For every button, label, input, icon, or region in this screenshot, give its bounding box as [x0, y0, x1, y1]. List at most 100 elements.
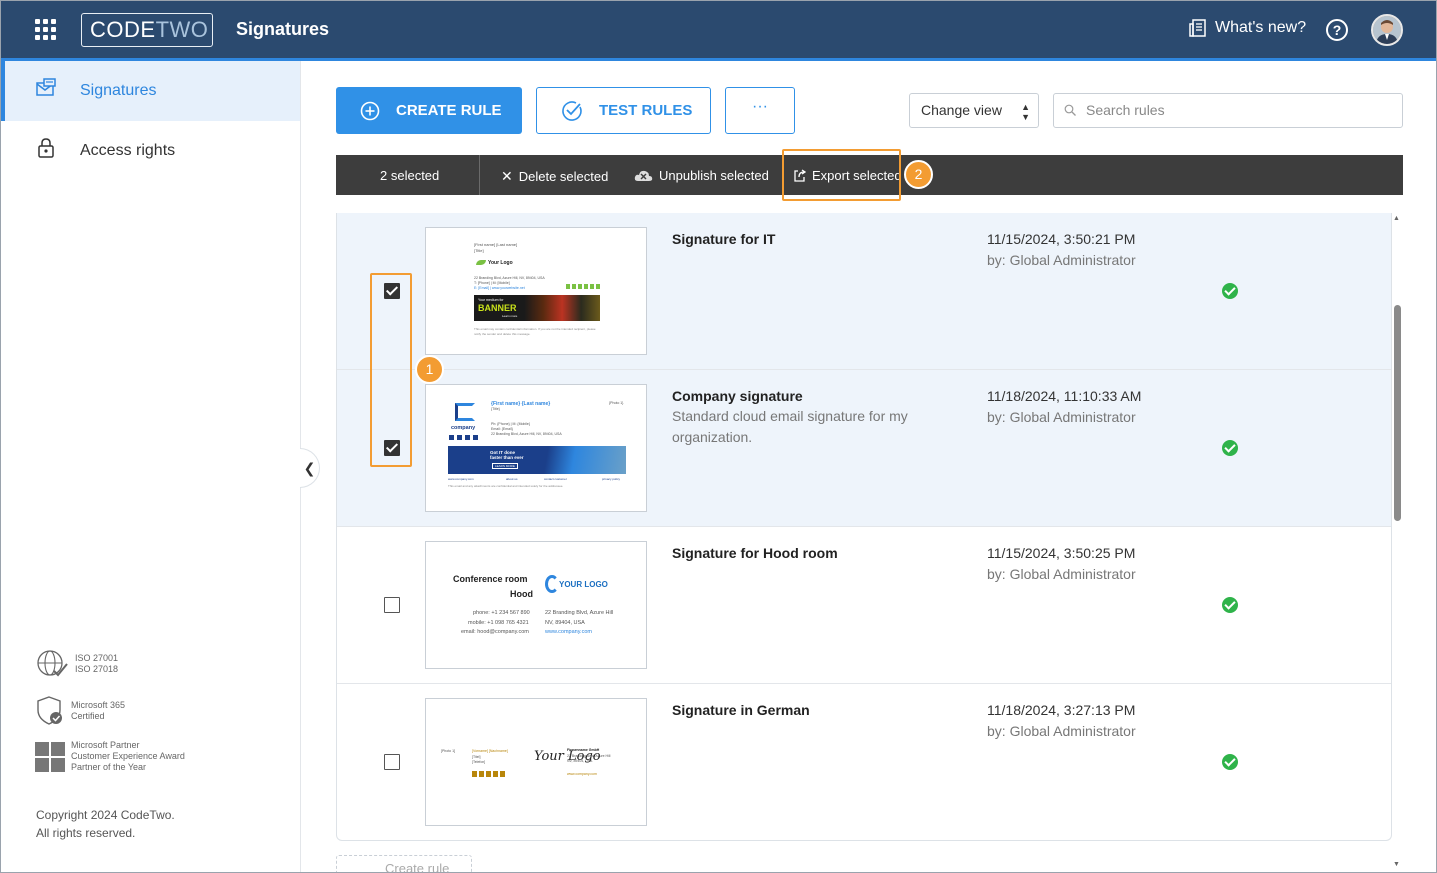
- rule-row[interactable]: [Photo 1] [Vorname] [Nachname] [Titel] […: [337, 684, 1391, 840]
- news-icon: [1189, 19, 1206, 37]
- user-avatar[interactable]: [1371, 14, 1403, 46]
- help-icon[interactable]: ?: [1326, 19, 1348, 41]
- signature-preview[interactable]: [First name] [Last name] [Title] Your Lo…: [425, 227, 647, 355]
- search-placeholder: Search rules: [1086, 102, 1165, 118]
- preview-text: faster than ever: [490, 455, 524, 460]
- preview-text: privacy policy: [602, 477, 621, 481]
- rule-name[interactable]: Signature in German: [672, 702, 810, 718]
- signature-preview[interactable]: [Photo 1] [Vorname] [Nachname] [Titel] […: [425, 698, 647, 826]
- signature-preview[interactable]: Conference room Hood YOUR LOGO phone: +1…: [425, 541, 647, 669]
- app-title: Signatures: [236, 19, 330, 39]
- selected-count: 2 selected: [380, 168, 440, 183]
- close-icon: ✕: [501, 168, 513, 184]
- rule-modified-date: 11/18/2024, 3:27:13 PM: [987, 702, 1136, 718]
- rule-row[interactable]: company {First name} {Last name} {Title}…: [337, 370, 1391, 527]
- rule-modified-by: by: Global Administrator: [987, 252, 1136, 268]
- more-options-button[interactable]: ···: [725, 87, 795, 134]
- change-view-label: Change view: [921, 102, 1002, 118]
- microsoft-logo-icon: [35, 741, 65, 772]
- preview-text: Hood: [510, 589, 533, 599]
- lock-icon: [38, 138, 54, 158]
- banner-image: Your medium for BANNER Learn more: [474, 295, 600, 321]
- cert-line: ISO 27018: [75, 664, 119, 674]
- preview-text: Firmenname GmbH: [567, 748, 600, 752]
- banner-image: Got IT done faster than ever LEARN MORE: [448, 446, 626, 474]
- sidebar-item-label: Access rights: [80, 142, 176, 159]
- leaf-logo-icon: [476, 260, 486, 265]
- delete-selected-label: Delete selected: [518, 169, 609, 184]
- create-rule-label: CREATE RULE: [396, 102, 502, 119]
- wave-logo-icon: [545, 575, 559, 593]
- preview-text: company: [451, 425, 476, 431]
- create-rule-button[interactable]: CREATE RULE: [336, 87, 522, 134]
- preview-text: 22 Branding Blvd, Azure Hill, NV, 89404,…: [474, 276, 545, 280]
- rule-modified-by: by: Global Administrator: [987, 409, 1136, 425]
- list-scrollbar[interactable]: ▲ ▼: [1392, 213, 1403, 872]
- logo-code-text: CODE: [90, 17, 156, 42]
- whats-new-link[interactable]: What's new?: [1189, 19, 1306, 37]
- preview-text: {Photo 1}: [609, 401, 624, 405]
- change-view-select[interactable]: Change view ▲ ▼: [909, 93, 1039, 128]
- copyright-line: Copyright 2024 CodeTwo.: [36, 808, 175, 822]
- shield-check-icon: [37, 696, 62, 725]
- published-status-icon: [1222, 597, 1238, 613]
- app-launcher-icon[interactable]: [35, 19, 57, 41]
- rule-modified-by: by: Global Administrator: [987, 723, 1136, 739]
- search-input[interactable]: Search rules: [1053, 93, 1403, 128]
- test-rules-label: TEST RULES: [599, 102, 693, 119]
- rule-description: Standard cloud email signature for my or…: [672, 408, 908, 445]
- rule-modified-by: by: Global Administrator: [987, 566, 1136, 582]
- sidebar-item-access-rights[interactable]: Access rights: [1, 121, 300, 181]
- plus-circle-icon: [360, 101, 380, 120]
- rule-name[interactable]: Signature for IT: [672, 231, 775, 247]
- preview-text: Learn more: [502, 314, 518, 318]
- collapse-sidebar-button[interactable]: ❮: [300, 448, 320, 488]
- row-checkbox[interactable]: [384, 597, 400, 613]
- delete-selected-button[interactable]: ✕ Delete selected: [501, 168, 608, 185]
- preview-text: contact customer: [544, 477, 567, 481]
- preview-text: [Telefon]: [472, 760, 486, 764]
- preview-text: YOUR LOGO: [559, 580, 608, 589]
- unpublish-selected-label: Unpublish selected: [659, 168, 769, 183]
- rule-modified-date: 11/18/2024, 11:10:33 AM: [987, 388, 1142, 404]
- preview-text: www.company.com: [567, 772, 597, 776]
- preview-text: This email and any attachments are confi…: [448, 484, 564, 488]
- sidebar-item-signatures[interactable]: Signatures: [1, 61, 300, 121]
- preview-text: 22 Branding Blvd, Azure Hill: [545, 610, 614, 616]
- scrollbar-thumb[interactable]: [1394, 305, 1401, 521]
- scroll-up-icon[interactable]: ▲: [1393, 215, 1400, 222]
- preview-text: [First name] [Last name]: [474, 242, 518, 247]
- rules-list: [First name] [Last name] [Title] Your Lo…: [336, 213, 1392, 841]
- rule-row[interactable]: Conference room Hood YOUR LOGO phone: +1…: [337, 527, 1391, 684]
- create-rule-placeholder[interactable]: Create rule: [336, 855, 472, 872]
- test-rules-button[interactable]: TEST RULES: [536, 87, 711, 134]
- rule-name[interactable]: Company signature: [672, 388, 803, 404]
- unpublish-selected-button[interactable]: Unpublish selected: [634, 168, 769, 183]
- sidebar: Signatures Access rights ISO 27001 ISO 27…: [1, 61, 301, 872]
- scroll-down-icon[interactable]: ▼: [1393, 861, 1400, 868]
- cert-line: Certified: [71, 711, 105, 721]
- codetwo-logo[interactable]: CODETWO: [81, 13, 213, 47]
- logo-two-text: TWO: [155, 17, 209, 42]
- preview-text: This email may contain confidential info…: [474, 327, 596, 336]
- rule-row[interactable]: [First name] [Last name] [Title] Your Lo…: [337, 213, 1391, 370]
- preview-text: [Photo 1]: [441, 749, 456, 753]
- social-icons: [449, 435, 479, 440]
- published-status-icon: [1222, 283, 1238, 299]
- preview-text: T: [Phone] | M: [Mobile]: [474, 281, 510, 285]
- avatar-image: [1373, 16, 1401, 44]
- rule-name[interactable]: Signature for Hood room: [672, 545, 838, 561]
- copyright: Copyright 2024 CodeTwo. All rights reser…: [36, 806, 175, 842]
- preview-text: [Title]: [474, 248, 484, 253]
- cert-line: Partner of the Year: [71, 762, 147, 772]
- app-window: CODETWO Signatures What's new? ? Signatu…: [0, 0, 1437, 873]
- social-icons: [566, 284, 600, 289]
- signature-preview[interactable]: company {First name} {Last name} {Title}…: [425, 384, 647, 512]
- row-checkbox[interactable]: [384, 754, 400, 770]
- signatures-icon: [36, 78, 56, 96]
- preview-text: 22 Branding Blvd, Azure Hill, NV, 89404,…: [491, 432, 562, 436]
- preview-text: phone: +1 234 567 890: [473, 610, 530, 616]
- divider: [479, 155, 480, 195]
- microsoft-partner-award: Microsoft Partner Customer Experience Awa…: [35, 740, 185, 773]
- preview-text: 22 Branding Blvd, Azure Hill: [567, 754, 611, 758]
